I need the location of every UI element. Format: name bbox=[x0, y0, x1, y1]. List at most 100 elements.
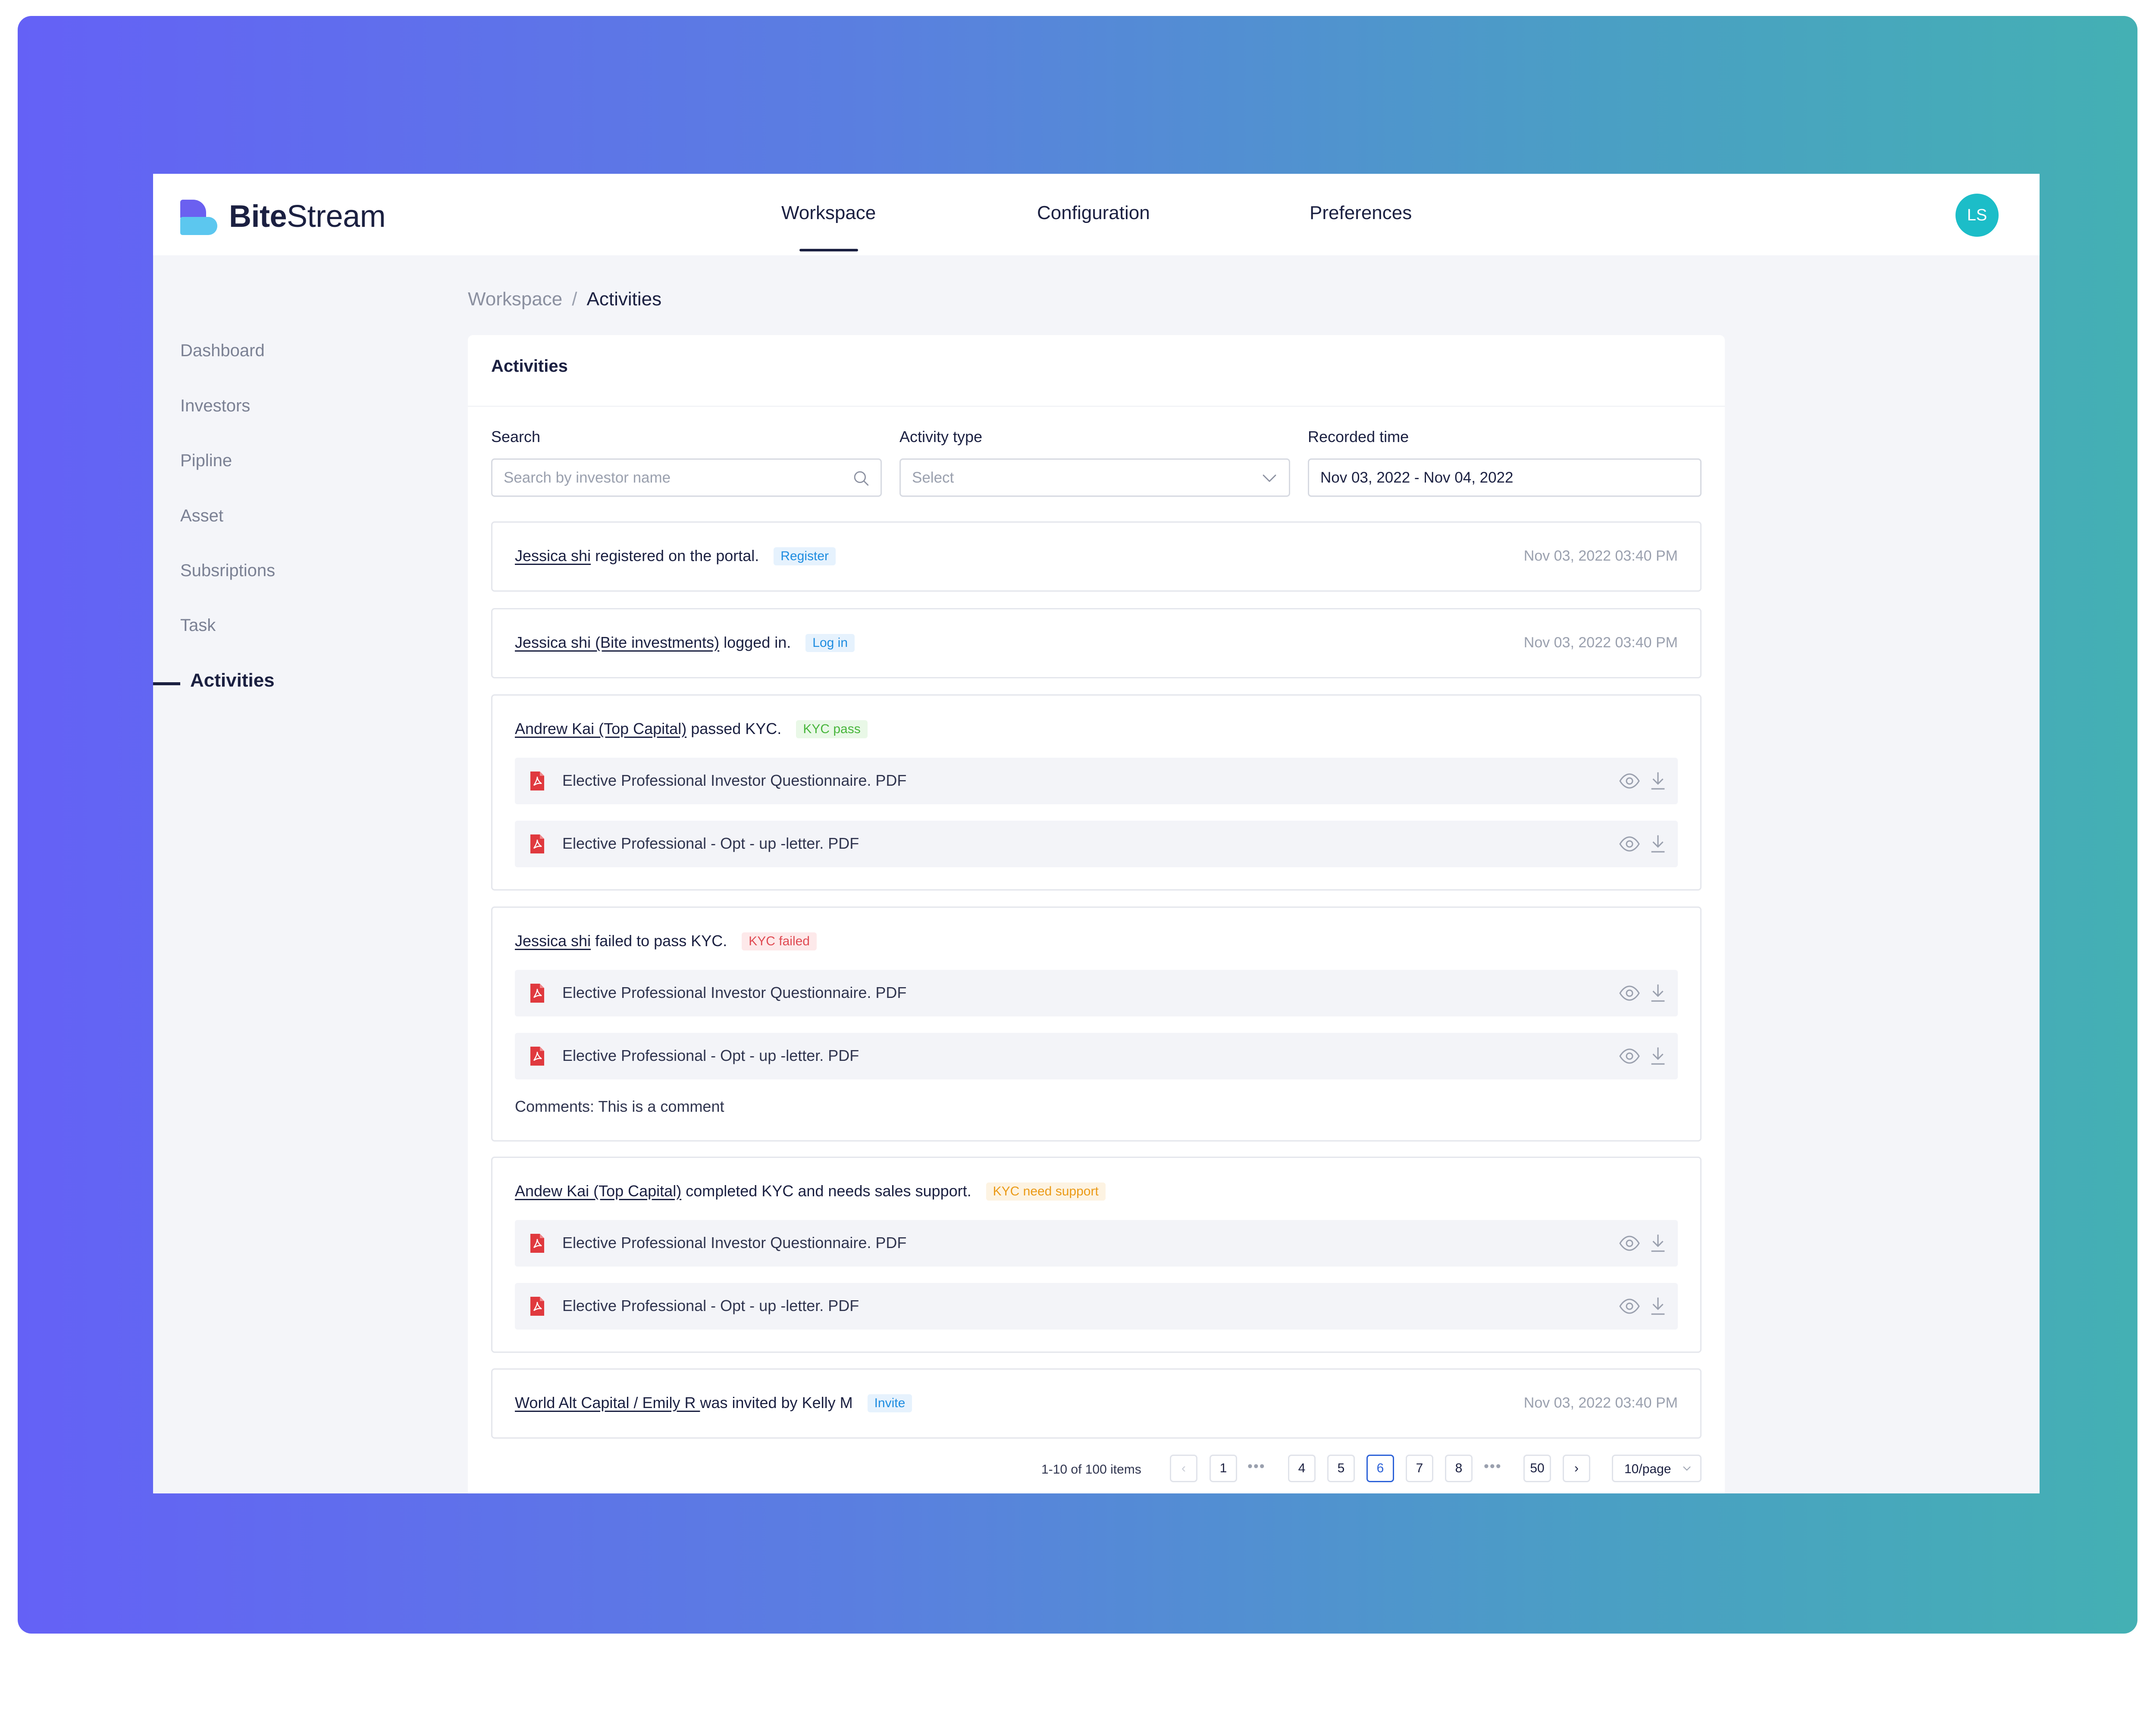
download-icon[interactable] bbox=[1649, 771, 1667, 790]
sidebar-item-activities[interactable]: Activities bbox=[190, 670, 275, 691]
search-icon[interactable] bbox=[852, 469, 870, 487]
page-size-value: 10/page bbox=[1624, 1462, 1671, 1476]
sidebar-item-dashboard[interactable]: Dashboard bbox=[180, 341, 265, 361]
breadcrumb-workspace[interactable]: Workspace bbox=[468, 289, 562, 310]
status-badge: KYC failed bbox=[742, 932, 817, 950]
sidebar-item-subsriptions[interactable]: Subsriptions bbox=[180, 561, 275, 580]
eye-icon[interactable] bbox=[1619, 772, 1640, 790]
activity-actor-link[interactable]: World Alt Capital / Emily R bbox=[515, 1394, 700, 1411]
eye-icon[interactable] bbox=[1619, 985, 1640, 1002]
download-icon[interactable] bbox=[1649, 1233, 1667, 1253]
breadcrumb-current: Activities bbox=[586, 289, 662, 310]
activity-line: Andrew Kai (Top Capital) passed KYC. KYC … bbox=[515, 720, 868, 738]
activity-actor-link[interactable]: Andew Kai (Top Capital) bbox=[515, 1182, 681, 1200]
search-placeholder: Search by investor name bbox=[504, 469, 671, 486]
activity-text: failed to pass KYC. bbox=[591, 932, 727, 950]
pagination-page-50[interactable]: 50 bbox=[1523, 1455, 1551, 1482]
activity-timestamp: Nov 03, 2022 03:40 PM bbox=[1523, 1395, 1678, 1411]
sidebar-active-marker bbox=[153, 682, 180, 685]
pagination-page-5[interactable]: 5 bbox=[1327, 1455, 1355, 1482]
activity-text: completed KYC and needs sales support. bbox=[681, 1182, 971, 1200]
pdf-file-icon bbox=[530, 772, 544, 790]
nav-workspace[interactable]: Workspace bbox=[781, 202, 876, 224]
status-badge: KYC need support bbox=[986, 1182, 1106, 1201]
pdf-file-icon bbox=[530, 834, 544, 853]
status-badge: Register bbox=[774, 547, 836, 565]
status-badge: Invite bbox=[867, 1394, 912, 1412]
download-icon[interactable] bbox=[1649, 834, 1667, 853]
panel-title: Activities bbox=[491, 357, 568, 376]
attachment-row: Elective Professional - Opt - up -letter… bbox=[515, 1283, 1678, 1330]
download-icon[interactable] bbox=[1649, 1046, 1667, 1066]
attachment-row: Elective Professional Investor Questionn… bbox=[515, 1220, 1678, 1267]
download-icon[interactable] bbox=[1649, 1296, 1667, 1316]
activity-card: Andrew Kai (Top Capital) passed KYC. KYC … bbox=[491, 694, 1702, 891]
activity-type-select[interactable]: Select bbox=[899, 458, 1290, 497]
attachment-name: Elective Professional - Opt - up -letter… bbox=[562, 1297, 859, 1314]
nav-configuration[interactable]: Configuration bbox=[1037, 202, 1150, 224]
brand-name-rest: Stream bbox=[287, 199, 386, 234]
activity-card: Jessica shi registered on the portal. Reg… bbox=[491, 521, 1702, 592]
eye-icon[interactable] bbox=[1619, 1298, 1640, 1315]
activity-comment: Comments: This is a comment bbox=[515, 1098, 724, 1115]
bitestream-logo-icon[interactable] bbox=[180, 200, 219, 235]
activity-text: logged in. bbox=[719, 634, 791, 651]
activity-card: Jessica shi (Bite investments) logged in… bbox=[491, 608, 1702, 678]
activity-type-placeholder: Select bbox=[912, 469, 954, 486]
pdf-file-icon bbox=[530, 1047, 544, 1066]
status-badge: Log in bbox=[805, 634, 855, 652]
chevron-down-icon[interactable] bbox=[1260, 469, 1279, 487]
activity-actor-link[interactable]: Jessica shi bbox=[515, 547, 591, 565]
sidebar-item-task[interactable]: Task bbox=[180, 616, 216, 635]
eye-icon[interactable] bbox=[1619, 1235, 1640, 1252]
status-badge: KYC pass bbox=[796, 720, 868, 738]
activity-card: Andew Kai (Top Capital) completed KYC an… bbox=[491, 1157, 1702, 1353]
activity-actor-link[interactable]: Jessica shi bbox=[515, 932, 591, 950]
recorded-time-label: Recorded time bbox=[1308, 428, 1409, 445]
activities-panel: Activities Search Search by investor nam… bbox=[468, 335, 1725, 1493]
sidebar-item-pipline[interactable]: Pipline bbox=[180, 451, 232, 470]
activity-timestamp: Nov 03, 2022 03:40 PM bbox=[1523, 548, 1678, 564]
attachment-name: Elective Professional Investor Questionn… bbox=[562, 984, 907, 1001]
activity-actor-link[interactable]: Andrew Kai (Top Capital) bbox=[515, 720, 686, 737]
user-avatar[interactable]: LS bbox=[1955, 194, 1999, 237]
breadcrumb: Workspace / Activities bbox=[468, 289, 661, 310]
activity-line: Jessica shi registered on the portal. Reg… bbox=[515, 547, 836, 565]
activity-text: was invited by Kelly M bbox=[700, 1394, 853, 1411]
attachment-row: Elective Professional - Opt - up -letter… bbox=[515, 1033, 1678, 1079]
download-icon[interactable] bbox=[1649, 983, 1667, 1003]
sidebar-item-investors[interactable]: Investors bbox=[180, 396, 250, 416]
eye-icon[interactable] bbox=[1619, 835, 1640, 853]
activity-line: World Alt Capital / Emily R was invited … bbox=[515, 1394, 912, 1412]
recorded-time-range[interactable]: Nov 03, 2022 - Nov 04, 2022 bbox=[1308, 458, 1702, 497]
activity-actor-link[interactable]: Jessica shi (Bite investments) bbox=[515, 634, 719, 651]
attachment-row: Elective Professional Investor Questionn… bbox=[515, 970, 1678, 1016]
activity-type-label: Activity type bbox=[899, 428, 983, 445]
pagination-ellipsis[interactable]: ••• bbox=[1247, 1458, 1266, 1475]
search-input[interactable]: Search by investor name bbox=[491, 458, 882, 497]
attachment-name: Elective Professional - Opt - up -letter… bbox=[562, 1047, 859, 1064]
pagination-page-7[interactable]: 7 bbox=[1406, 1455, 1433, 1482]
background-frame: BiteStream Workspace Configuration Prefe… bbox=[18, 16, 2137, 1634]
pagination-page-6[interactable]: 6 bbox=[1366, 1455, 1394, 1482]
chevron-down-icon bbox=[1683, 1466, 1691, 1471]
attachment-name: Elective Professional - Opt - up -letter… bbox=[562, 834, 859, 852]
sidebar-item-asset[interactable]: Asset bbox=[180, 506, 223, 526]
pdf-file-icon bbox=[530, 1297, 544, 1316]
brand-name[interactable]: BiteStream bbox=[229, 199, 386, 234]
pagination-ellipsis[interactable]: ••• bbox=[1484, 1458, 1502, 1475]
pagination-page-4[interactable]: 4 bbox=[1288, 1455, 1316, 1482]
pagination-page-8[interactable]: 8 bbox=[1445, 1455, 1473, 1482]
activity-card: World Alt Capital / Emily R was invited … bbox=[491, 1368, 1702, 1439]
panel-divider bbox=[468, 406, 1725, 407]
pagination-prev-button[interactable]: ‹ bbox=[1170, 1455, 1197, 1482]
pagination-total: 1-10 of 100 items bbox=[1041, 1462, 1141, 1477]
nav-preferences[interactable]: Preferences bbox=[1310, 202, 1412, 224]
eye-icon[interactable] bbox=[1619, 1048, 1640, 1065]
pdf-file-icon bbox=[530, 984, 544, 1003]
breadcrumb-separator: / bbox=[572, 289, 577, 310]
attachment-name: Elective Professional Investor Questionn… bbox=[562, 772, 907, 789]
pagination-page-1[interactable]: 1 bbox=[1210, 1455, 1237, 1482]
pagination-next-button[interactable]: › bbox=[1563, 1455, 1590, 1482]
page-size-select[interactable]: 10/page bbox=[1612, 1455, 1702, 1482]
